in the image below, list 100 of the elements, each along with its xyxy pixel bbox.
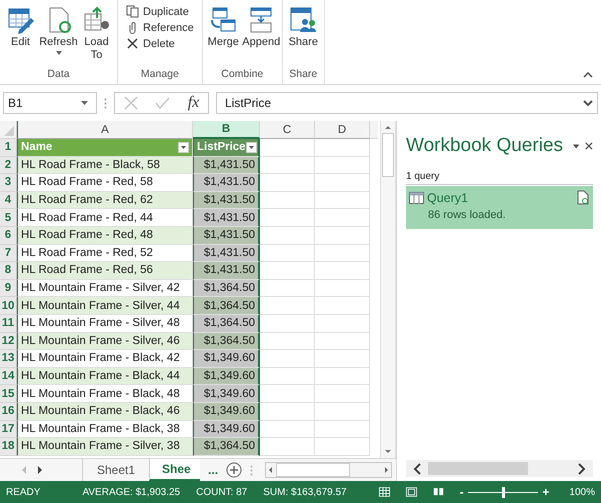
- pane-menu-icon[interactable]: [573, 144, 580, 148]
- name-box[interactable]: B1: [3, 92, 97, 114]
- horizontal-scrollbar[interactable]: [265, 462, 392, 478]
- page-break-icon[interactable]: [432, 486, 444, 498]
- close-icon[interactable]: [585, 141, 593, 151]
- ribbon-button[interactable]: Delete: [126, 36, 194, 51]
- formula-field[interactable]: ListPrice: [216, 92, 598, 114]
- empty-cell: [315, 332, 370, 350]
- group-label: Combine: [221, 68, 264, 82]
- document-refresh-icon[interactable]: [577, 190, 589, 205]
- column-header[interactable]: C: [260, 121, 315, 139]
- table-cell: $1,431.50: [193, 226, 260, 245]
- expand-icon[interactable]: [583, 100, 593, 106]
- table-cell: HL Road Frame - Red, 48: [17, 226, 193, 245]
- table-cell: $1,364.50: [193, 280, 260, 298]
- ribbon-button[interactable]: Load To: [78, 4, 115, 68]
- row-header[interactable]: 1: [0, 139, 17, 157]
- scrollbar-thumb[interactable]: [382, 133, 394, 177]
- row-header[interactable]: 9: [0, 280, 17, 298]
- table-cell: $1,349.60: [193, 350, 260, 368]
- empty-cell: [315, 192, 370, 210]
- ribbon-button[interactable]: Edit: [2, 4, 39, 68]
- row-header[interactable]: 10: [0, 297, 17, 315]
- table-cell: HL Road Frame - Black, 58: [17, 156, 193, 174]
- merge-tables-icon: [209, 6, 238, 34]
- ribbon-button[interactable]: Share: [284, 4, 322, 68]
- query-item[interactable]: Query1 86 rows loaded.: [406, 186, 593, 229]
- row-header[interactable]: 6: [0, 226, 17, 245]
- row-header[interactable]: 17: [0, 420, 17, 438]
- status-average: AVERAGE: $1,903.25: [82, 486, 180, 498]
- table-cell: HL Mountain Frame - Black, 44: [17, 368, 193, 386]
- column-header[interactable]: B: [193, 121, 260, 139]
- table-cell: $1,349.60: [193, 385, 260, 403]
- grip-icon[interactable]: [104, 98, 107, 108]
- ribbon-button[interactable]: Duplicate: [126, 4, 194, 19]
- query-count: 1 query: [406, 171, 593, 185]
- next-sheet-icon[interactable]: [36, 465, 44, 475]
- empty-cell: [315, 385, 370, 403]
- horizontal-scrollbar[interactable]: [406, 460, 593, 477]
- row-header[interactable]: 18: [0, 438, 17, 456]
- zoom-in-button[interactable]: +: [542, 485, 550, 499]
- empty-cell: [315, 244, 370, 262]
- ribbon-button[interactable]: Refresh: [40, 4, 77, 68]
- table-cell: $1,349.60: [193, 420, 260, 438]
- empty-cell: [315, 209, 370, 227]
- group-label: Manage: [140, 68, 179, 82]
- check-icon[interactable]: [155, 97, 170, 109]
- empty-cell: [315, 156, 370, 174]
- row-header[interactable]: 8: [0, 262, 17, 280]
- insert-function-button[interactable]: fx: [188, 94, 200, 112]
- empty-cell: [315, 402, 370, 420]
- empty-cell: [315, 262, 370, 280]
- row-header[interactable]: 15: [0, 385, 17, 403]
- row-header[interactable]: 14: [0, 368, 17, 386]
- sheet-tab[interactable]: Shee: [149, 459, 200, 481]
- add-sheet-icon[interactable]: [226, 462, 242, 478]
- table-cell: $1,431.50: [193, 262, 260, 280]
- status-count: COUNT: 87: [196, 486, 248, 498]
- zoom-level[interactable]: 100%: [569, 486, 595, 498]
- group-label: Share: [289, 68, 318, 82]
- table-cell: $1,431.50: [193, 209, 260, 227]
- row-header[interactable]: 16: [0, 402, 17, 420]
- table-cell: $1,349.60: [193, 402, 260, 420]
- ribbon-button[interactable]: Reference: [126, 20, 194, 35]
- table-cell: $1,431.50: [193, 192, 260, 210]
- empty-cell: [315, 368, 370, 386]
- row-header[interactable]: 5: [0, 209, 17, 227]
- empty-cell: [315, 280, 370, 298]
- close-icon: [126, 37, 139, 50]
- filter-dropdown-icon[interactable]: [178, 142, 189, 153]
- table-cell: HL Mountain Frame - Silver, 44: [17, 297, 193, 315]
- column-header[interactable]: D: [315, 121, 370, 139]
- table-cell: $1,364.50: [193, 438, 260, 456]
- normal-view-icon[interactable]: [378, 486, 390, 498]
- status-text: READY: [6, 486, 40, 498]
- empty-cell: [315, 226, 370, 245]
- filter-dropdown-icon[interactable]: [246, 142, 257, 153]
- table-cell: $1,431.50: [193, 174, 260, 192]
- table-cell: $1,364.50: [193, 332, 260, 350]
- table-cell: $1,364.50: [193, 297, 260, 315]
- table-header-cell: ListPrice: [193, 139, 260, 157]
- page-layout-icon[interactable]: [406, 486, 417, 498]
- table-header-cell: Name: [17, 139, 193, 157]
- ribbon-button[interactable]: Append: [242, 4, 280, 68]
- grip-icon[interactable]: [250, 464, 254, 476]
- table-icon: [409, 192, 424, 204]
- row-header[interactable]: 11: [0, 314, 17, 333]
- row-header[interactable]: 2: [0, 156, 17, 174]
- zoom-slider-thumb[interactable]: [502, 486, 505, 498]
- row-header[interactable]: 3: [0, 174, 17, 192]
- row-header[interactable]: 7: [0, 244, 17, 262]
- row-header[interactable]: 12: [0, 332, 17, 350]
- ribbon-button[interactable]: Merge: [204, 4, 242, 68]
- zoom-out-button[interactable]: -: [460, 485, 464, 499]
- collapse-ribbon-icon[interactable]: [583, 72, 593, 78]
- empty-cell: [315, 350, 370, 368]
- more-sheets-button[interactable]: ...: [208, 463, 218, 477]
- row-header[interactable]: 4: [0, 192, 17, 210]
- row-header[interactable]: 13: [0, 350, 17, 368]
- table-cell: HL Mountain Frame - Silver, 38: [17, 438, 193, 456]
